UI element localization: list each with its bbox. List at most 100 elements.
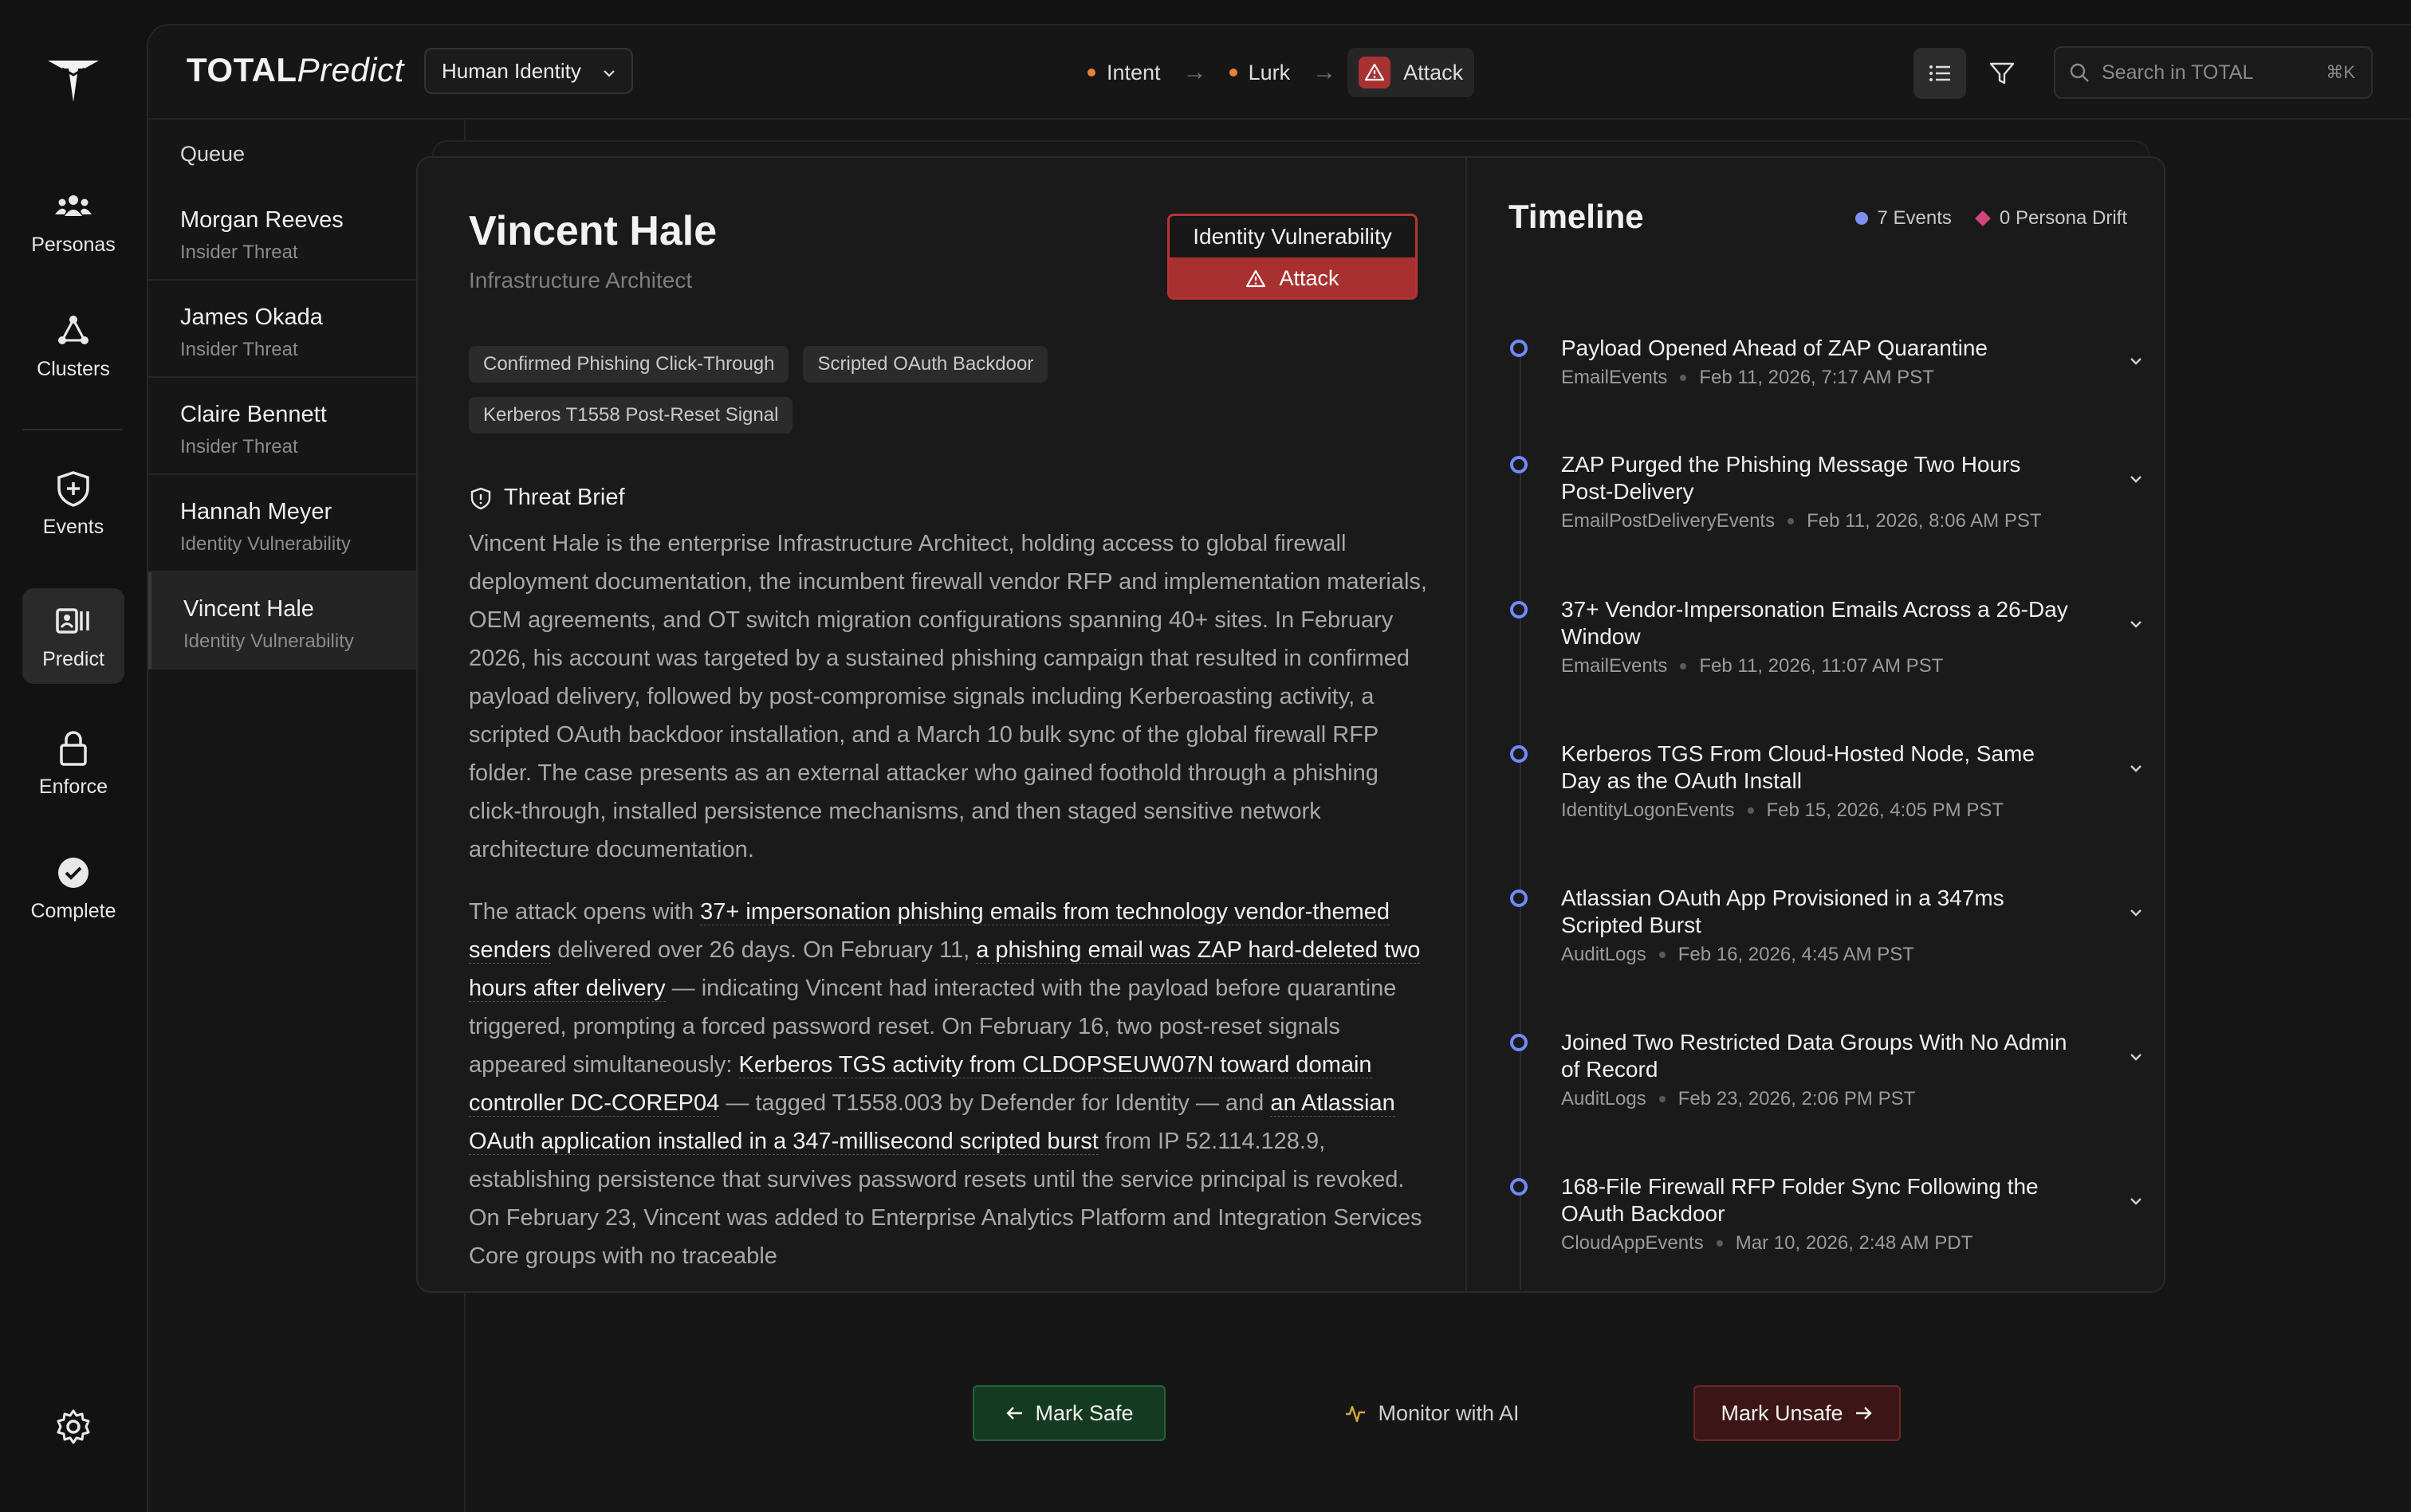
stage-tracker: Intent → Lurk → Attack — [1076, 48, 1475, 97]
list-view-button[interactable] — [1913, 48, 1966, 99]
timeline-event[interactable]: ZAP Purged the Phishing Message Two Hour… — [1508, 451, 2146, 539]
queue-item-name: Vincent Hale — [183, 596, 314, 622]
activity-icon — [1346, 1405, 1366, 1423]
chevron-down-icon[interactable] — [2126, 351, 2146, 371]
mark-safe-button[interactable]: Mark Safe — [973, 1385, 1166, 1441]
check-circle-icon — [58, 857, 88, 888]
rail-divider — [22, 429, 123, 430]
queue-item-name: James Okada — [180, 304, 323, 330]
mark-unsafe-button[interactable]: Mark Unsafe — [1693, 1385, 1901, 1441]
risk-stage-label: Attack — [1279, 266, 1339, 290]
chevron-down-icon[interactable] — [2126, 469, 2146, 489]
rail-item-clusters[interactable]: Clusters — [22, 298, 124, 394]
timeline-panel[interactable]: Timeline 7 Events 0 Persona Drift Payloa… — [1467, 158, 2164, 1291]
chevron-down-icon[interactable] — [2126, 902, 2146, 923]
rail-label: Personas — [31, 233, 116, 256]
context-select[interactable]: Human Identity — [424, 48, 633, 94]
event-source: AuditLogs — [1561, 1088, 1646, 1109]
arrow-right-icon: → — [1182, 59, 1207, 85]
lock-icon — [60, 730, 87, 766]
search-input[interactable]: Search in TOTAL ⌘K — [2054, 46, 2373, 99]
timeline-node-icon — [1510, 340, 1528, 357]
arrow-right-icon: → — [1312, 59, 1337, 85]
tag: Kerberos T1558 Post-Reset Signal — [469, 397, 793, 434]
queue-item-name: Claire Bennett — [180, 402, 327, 427]
timeline-event[interactable]: Atlassian OAuth App Provisioned in a 347… — [1508, 885, 2146, 972]
arrow-right-icon — [1855, 1407, 1872, 1420]
chevron-down-icon[interactable] — [2126, 1047, 2146, 1067]
queue-item-name: Hannah Meyer — [180, 499, 332, 524]
shield-plus-icon — [57, 470, 89, 507]
event-meta: CloudAppEvents Mar 10, 2026, 2:48 AM PDT — [1561, 1232, 1972, 1255]
event-title: Payload Opened Ahead of ZAP Quarantine — [1561, 336, 1988, 360]
stage-intent[interactable]: Intent — [1076, 48, 1172, 97]
timeline-event[interactable]: 168-File Firewall RFP Folder Sync Follow… — [1508, 1173, 2146, 1261]
stage-label: Lurk — [1248, 60, 1291, 84]
event-source: EmailEvents — [1561, 655, 1668, 677]
rail-label: Predict — [42, 647, 104, 670]
stage-attack[interactable]: Attack — [1347, 48, 1475, 97]
events-count: 7 Events — [1877, 207, 1952, 229]
event-title: Kerberos TGS From Cloud-Hosted Node, Sam… — [1561, 741, 2035, 793]
event-source: CloudAppEvents — [1561, 1232, 1704, 1254]
threat-brief-heading: Threat Brief — [469, 485, 625, 511]
chevron-down-icon[interactable] — [2126, 614, 2146, 634]
rail-label: Complete — [30, 899, 116, 922]
monitor-with-ai-button[interactable]: Monitor with AI — [1328, 1385, 1536, 1441]
shield-icon — [470, 487, 491, 509]
timeline-event[interactable]: Kerberos TGS From Cloud-Hosted Node, Sam… — [1508, 740, 2146, 828]
rail-item-predict[interactable]: Predict — [22, 588, 124, 684]
tag: Scripted OAuth Backdoor — [803, 346, 1048, 383]
tag-list: Confirmed Phishing Click-Through Scripte… — [469, 346, 1123, 434]
chevron-down-icon[interactable] — [2126, 1191, 2146, 1212]
rail-item-personas[interactable]: Personas — [22, 174, 124, 269]
rail-item-events[interactable]: Events — [22, 456, 124, 552]
event-time: Feb 11, 2026, 7:17 AM PST — [1699, 367, 1934, 388]
person-name: Vincent Hale — [469, 208, 718, 254]
event-source: EmailPostDeliveryEvents — [1561, 510, 1776, 532]
queue-item-type: Insider Threat — [180, 436, 298, 458]
mark-unsafe-label: Mark Unsafe — [1721, 1400, 1843, 1425]
context-value: Human Identity — [442, 58, 581, 83]
stage-label: Attack — [1403, 60, 1464, 84]
timeline-node-icon — [1510, 1034, 1528, 1051]
warning-icon — [1246, 269, 1266, 287]
event-meta: AuditLogs Feb 23, 2026, 2:06 PM PST — [1561, 1088, 1915, 1110]
icon-rail: Personas Clusters Events Predict Enforce… — [0, 0, 147, 1512]
list-icon — [1929, 65, 1950, 81]
case-summary[interactable]: Vincent Hale Infrastructure Architect Id… — [418, 158, 1467, 1291]
events-dot-icon — [1854, 212, 1868, 225]
filter-button[interactable] — [1976, 48, 2028, 99]
drift-diamond-icon — [1975, 210, 1991, 226]
stage-lurk[interactable]: Lurk — [1218, 48, 1302, 97]
search-shortcut: ⌘K — [2326, 62, 2355, 82]
timeline-event[interactable]: 37+ Vendor-Impersonation Emails Across a… — [1508, 596, 2146, 684]
warning-icon — [1359, 57, 1391, 88]
gear-icon[interactable] — [54, 1408, 92, 1446]
queue-item-type: Insider Threat — [180, 339, 298, 360]
event-time: Feb 16, 2026, 4:45 AM PST — [1677, 944, 1914, 965]
chevron-down-icon[interactable] — [2126, 758, 2146, 779]
queue-item-type: Identity Vulnerability — [183, 630, 354, 652]
case-detail-card: Vincent Hale Infrastructure Architect Id… — [416, 156, 2165, 1293]
total-logo-icon[interactable] — [46, 57, 100, 105]
event-time: Mar 10, 2026, 2:48 AM PDT — [1735, 1232, 1973, 1254]
event-meta: EmailPostDeliveryEvents Feb 11, 2026, 8:0… — [1561, 510, 2042, 532]
arrow-left-icon — [1006, 1407, 1023, 1420]
threat-brief-body: Vincent Hale is the enterprise Infrastru… — [469, 524, 1434, 1291]
search-icon — [2070, 63, 2089, 82]
top-bar: TOTALPredict Human Identity Intent → Lur… — [148, 26, 2411, 120]
event-title: ZAP Purged the Phishing Message Two Hour… — [1561, 452, 2021, 504]
threat-brief-title: Threat Brief — [504, 485, 625, 510]
event-time: Feb 11, 2026, 11:07 AM PST — [1699, 655, 1944, 677]
timeline-title: Timeline — [1508, 198, 1644, 235]
stage-dot — [1229, 69, 1237, 77]
rail-item-complete[interactable]: Complete — [22, 840, 124, 936]
queue-title: Queue — [180, 142, 246, 166]
timeline-legend: 7 Events 0 Persona Drift — [1854, 207, 2127, 230]
brief-paragraph: Vincent Hale is the enterprise Infrastru… — [469, 531, 1427, 862]
timeline-event[interactable]: Joined Two Restricted Data Groups With N… — [1508, 1029, 2146, 1117]
event-title: Joined Two Restricted Data Groups With N… — [1561, 1030, 2067, 1082]
rail-item-enforce[interactable]: Enforce — [22, 716, 124, 811]
timeline-event[interactable]: Payload Opened Ahead of ZAP Quarantine E… — [1508, 335, 2146, 399]
